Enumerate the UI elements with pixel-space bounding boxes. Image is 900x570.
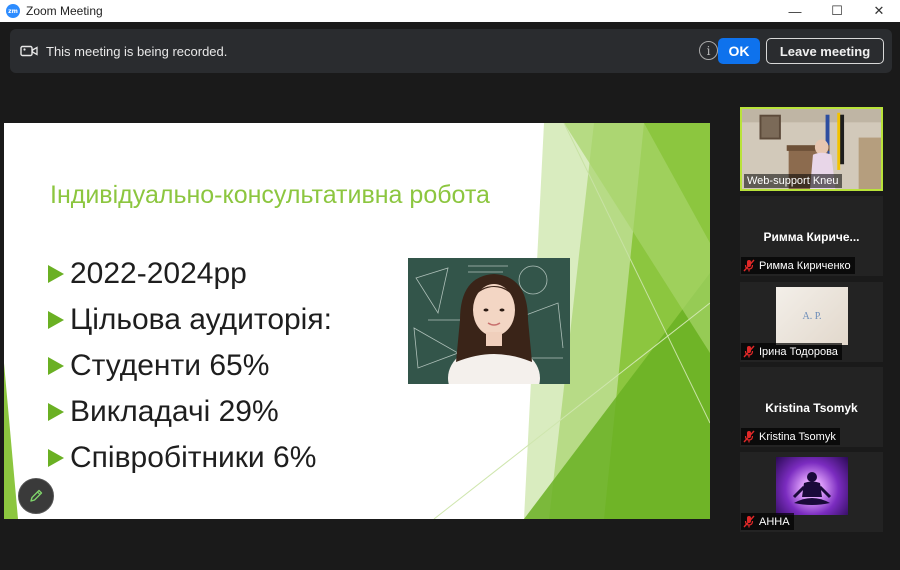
- participant-name-tag: Римма Кириченко: [741, 257, 855, 274]
- participant-display-name: Kristina Tsomyk: [765, 401, 858, 415]
- window-title: Zoom Meeting: [26, 4, 103, 18]
- bullet-triangle-icon: [48, 357, 64, 375]
- slide-bullet: Цільова аудиторія:: [48, 297, 332, 343]
- participant-display-name: Римма Кириче...: [763, 230, 860, 244]
- bullet-triangle-icon: [48, 265, 64, 283]
- leave-meeting-button[interactable]: Leave meeting: [766, 38, 884, 64]
- chalkboard-teacher-image: [408, 258, 570, 384]
- meditation-figure-icon: [792, 472, 832, 505]
- bullet-triangle-icon: [48, 311, 64, 329]
- shared-screen-slide: Індивідуально-консультативна робота 2022…: [4, 123, 710, 519]
- info-icon[interactable]: i: [699, 41, 718, 60]
- participant-name-tag: АННА: [741, 513, 794, 530]
- slide-bullet: Викладачі 29%: [48, 389, 332, 435]
- recording-message: This meeting is being recorded.: [46, 43, 228, 59]
- minimize-button[interactable]: —: [774, 0, 816, 22]
- participant-name-tag: Ірина Тодорова: [741, 343, 842, 360]
- bullet-triangle-icon: [48, 403, 64, 421]
- pencil-icon: [30, 489, 43, 502]
- zoom-app-icon: zm: [6, 4, 20, 18]
- mic-muted-icon: [743, 430, 755, 443]
- participant-tile[interactable]: АННА: [740, 452, 883, 532]
- maximize-button[interactable]: ☐: [816, 0, 858, 22]
- recording-notification-bar: This meeting is being recorded. i OK Lea…: [10, 29, 892, 73]
- participant-name-tag: Web-support Kneu: [744, 174, 842, 188]
- bullet-triangle-icon: [48, 449, 64, 467]
- annotate-pen-button[interactable]: [18, 478, 54, 514]
- window-title-bar: zm Zoom Meeting — ☐ ✕: [0, 0, 900, 22]
- slide-bullet: 2022-2024рр: [48, 251, 332, 297]
- ok-button[interactable]: OK: [718, 38, 760, 64]
- mic-muted-icon: [743, 515, 755, 528]
- video-camera-icon: [20, 45, 38, 57]
- slide-bullet-list: 2022-2024рр Цільова аудиторія: Студенти …: [48, 251, 332, 481]
- mic-muted-icon: [743, 259, 755, 272]
- window-controls: — ☐ ✕: [774, 0, 900, 22]
- slide-title: Індивідуально-консультативна робота: [50, 181, 490, 209]
- participant-tile[interactable]: Римма Кириче... Римма Кириченко: [740, 196, 883, 276]
- participant-avatar: [776, 457, 848, 515]
- participant-name-tag: Kristina Tsomyk: [741, 428, 840, 445]
- slide-bullet: Співробітники 6%: [48, 435, 332, 481]
- participant-tile[interactable]: А. Р. Ірина Тодорова: [740, 282, 883, 362]
- participant-tile-active-speaker[interactable]: Web-support Kneu: [740, 107, 883, 191]
- participant-avatar: А. Р.: [776, 287, 848, 345]
- participant-tile[interactable]: Kristina Tsomyk Kristina Tsomyk: [740, 367, 883, 447]
- teacher-photo: [408, 258, 570, 384]
- mic-muted-icon: [743, 345, 755, 358]
- close-button[interactable]: ✕: [858, 0, 900, 22]
- slide-bullet: Студенти 65%: [48, 343, 332, 389]
